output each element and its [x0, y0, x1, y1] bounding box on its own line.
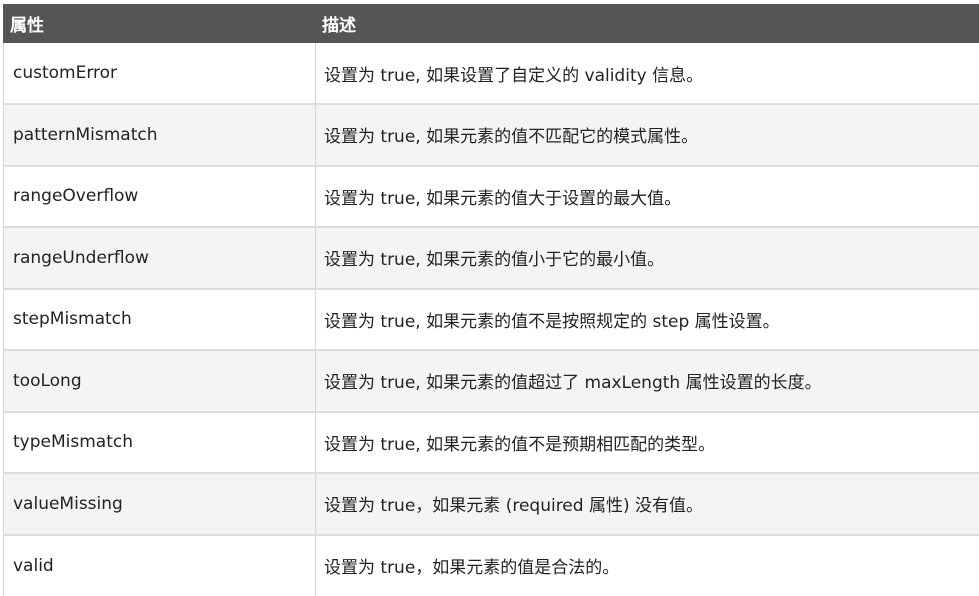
table-row: patternMismatch 设置为 true, 如果元素的值不匹配它的模式属… [4, 104, 979, 166]
table-header: 属性 描述 [4, 5, 979, 43]
property-cell: typeMismatch [4, 412, 316, 474]
description-cell: 设置为 true, 如果元素的值超过了 maxLength 属性设置的长度。 [316, 350, 979, 412]
property-cell: customError [4, 43, 316, 105]
validity-properties-table: 属性 描述 customError 设置为 true, 如果设置了自定义的 va… [3, 4, 979, 596]
property-cell: tooLong [4, 350, 316, 412]
description-cell: 设置为 true, 如果元素的值小于它的最小值。 [316, 227, 979, 289]
table-row: valueMissing 设置为 true，如果元素 (required 属性)… [4, 473, 979, 535]
description-cell: 设置为 true, 如果元素的值不是按照规定的 step 属性设置。 [316, 289, 979, 351]
table-row: customError 设置为 true, 如果设置了自定义的 validity… [4, 43, 979, 105]
header-description: 描述 [316, 5, 979, 43]
table-row: stepMismatch 设置为 true, 如果元素的值不是按照规定的 ste… [4, 289, 979, 351]
description-cell: 设置为 true, 如果设置了自定义的 validity 信息。 [316, 43, 979, 105]
description-cell: 设置为 true, 如果元素的值大于设置的最大值。 [316, 166, 979, 228]
property-cell: valid [4, 535, 316, 596]
description-cell: 设置为 true，如果元素的值是合法的。 [316, 535, 979, 596]
property-cell: stepMismatch [4, 289, 316, 351]
property-cell: rangeOverflow [4, 166, 316, 228]
table-body: customError 设置为 true, 如果设置了自定义的 validity… [4, 43, 979, 596]
page: 属性 描述 customError 设置为 true, 如果设置了自定义的 va… [0, 0, 979, 594]
property-cell: rangeUnderflow [4, 227, 316, 289]
description-cell: 设置为 true, 如果元素的值不匹配它的模式属性。 [316, 104, 979, 166]
header-row: 属性 描述 [4, 5, 979, 43]
description-cell: 设置为 true，如果元素 (required 属性) 没有值。 [316, 473, 979, 535]
table-row: tooLong 设置为 true, 如果元素的值超过了 maxLength 属性… [4, 350, 979, 412]
table-row: rangeOverflow 设置为 true, 如果元素的值大于设置的最大值。 [4, 166, 979, 228]
table-row: valid 设置为 true，如果元素的值是合法的。 [4, 535, 979, 596]
property-cell: valueMissing [4, 473, 316, 535]
table-row: rangeUnderflow 设置为 true, 如果元素的值小于它的最小值。 [4, 227, 979, 289]
property-cell: patternMismatch [4, 104, 316, 166]
header-property: 属性 [4, 5, 316, 43]
table-row: typeMismatch 设置为 true, 如果元素的值不是预期相匹配的类型。 [4, 412, 979, 474]
description-cell: 设置为 true, 如果元素的值不是预期相匹配的类型。 [316, 412, 979, 474]
